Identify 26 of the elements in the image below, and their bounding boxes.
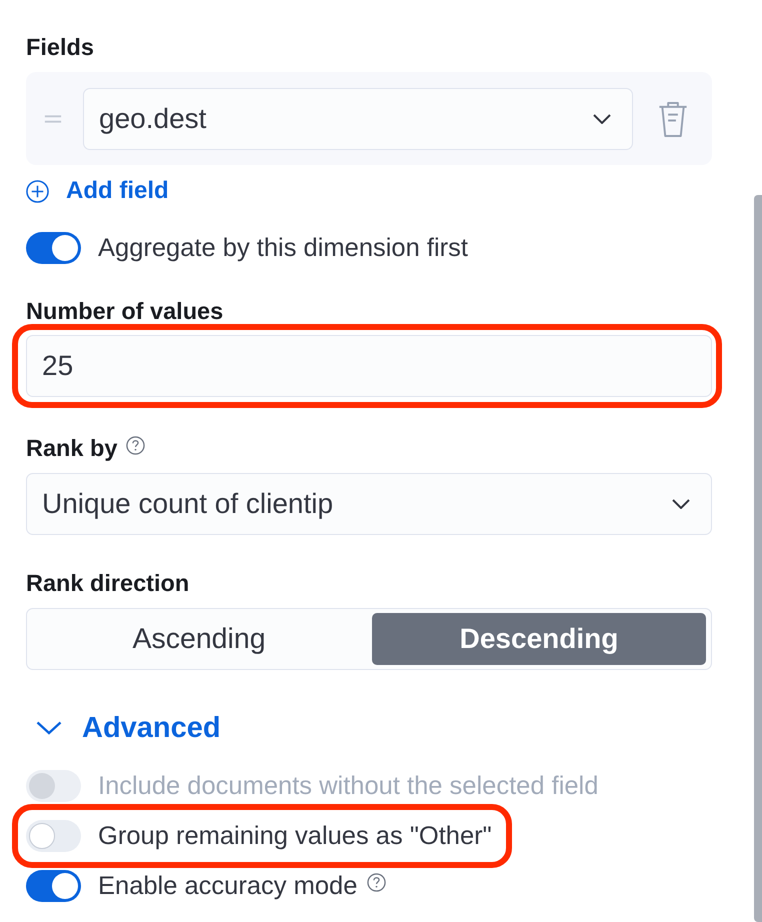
plus-circle-icon[interactable] [26, 180, 49, 202]
field-label: Rank by [26, 434, 118, 462]
section-label: Fields [26, 33, 95, 61]
rank-select[interactable]: Unique count of clientip [26, 473, 712, 535]
drag-handle-icon[interactable] [44, 115, 62, 123]
help-icon[interactable] [367, 872, 386, 892]
toggle-label: Include documents without the selected field [98, 772, 598, 800]
field-label: Number of values [26, 297, 224, 325]
toggle-switch[interactable] [26, 820, 81, 852]
number-input[interactable]: 25 [26, 335, 712, 397]
add-field-link[interactable]: Add field [66, 177, 169, 205]
segment-button[interactable]: Ascending [32, 613, 366, 665]
chevron-down-icon[interactable] [36, 721, 62, 735]
toggle-switch[interactable] [26, 232, 81, 264]
scrollbar-thumb[interactable] [754, 195, 762, 922]
toggle-switch[interactable] [26, 870, 81, 902]
chevron-down-icon [593, 114, 611, 124]
toggle-label: Enable accuracy mode [98, 872, 358, 900]
toggle-label: Aggregate by this dimension first [98, 234, 468, 262]
segment-button[interactable]: Descending [372, 613, 706, 665]
help-icon[interactable] [126, 436, 146, 454]
field-label: Rank direction [26, 569, 190, 597]
toggle-label: Group remaining values as "Other" [98, 822, 492, 850]
field-select[interactable]: geo.dest [83, 88, 633, 150]
advanced-toggle[interactable]: Advanced [82, 712, 221, 744]
chevron-down-icon [672, 499, 690, 509]
